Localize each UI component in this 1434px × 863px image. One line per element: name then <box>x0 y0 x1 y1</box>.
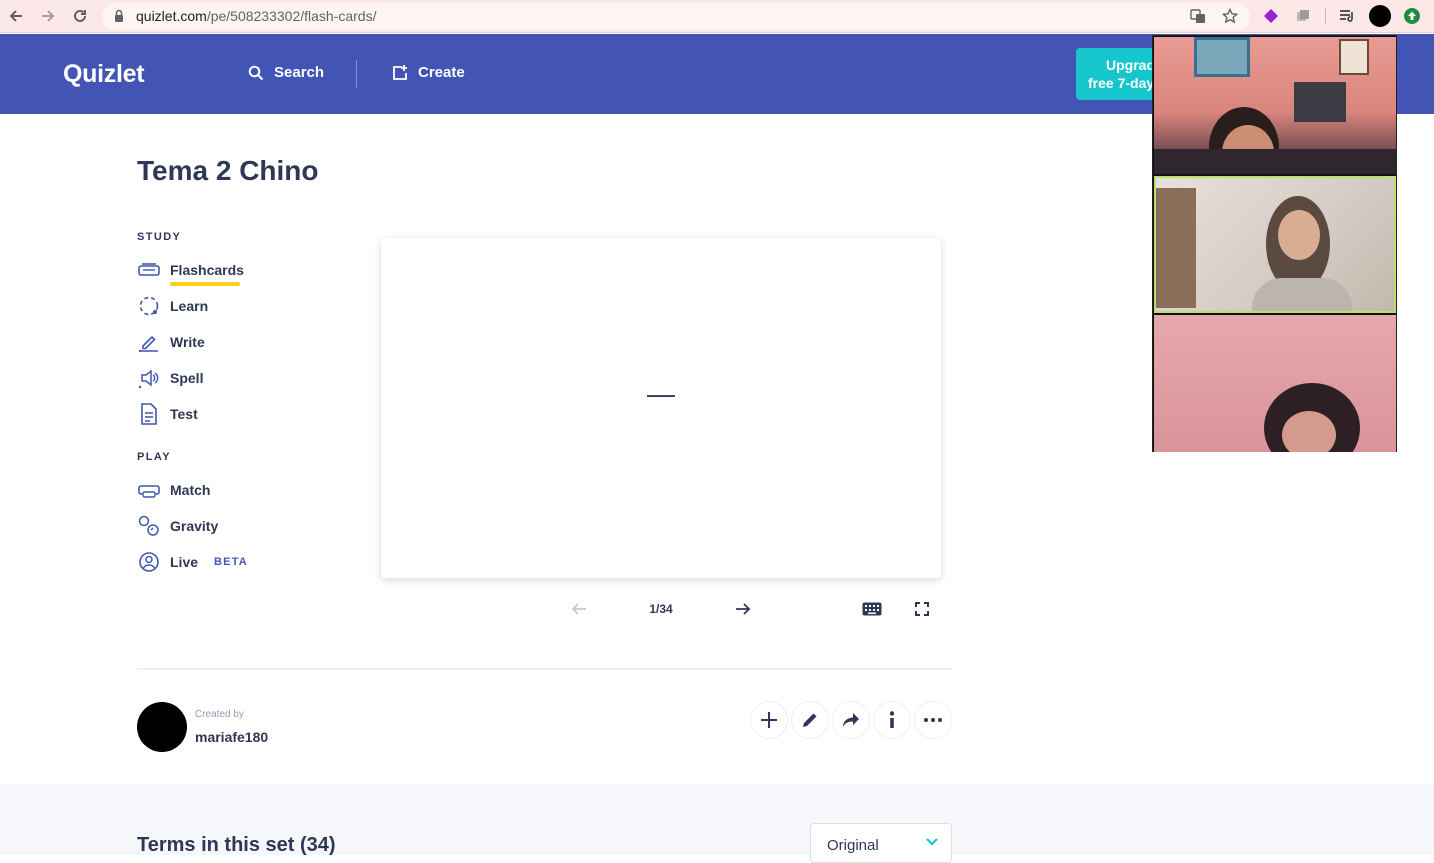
more-options-button[interactable] <box>914 701 952 739</box>
created-by-label: Created by <box>195 709 244 720</box>
header-divider <box>356 60 357 88</box>
create-label: Create <box>418 64 465 81</box>
set-title: Tema 2 Chino <box>137 155 319 186</box>
media-controls-icon[interactable] <box>1337 6 1357 26</box>
mode-flashcards[interactable]: Flashcards <box>137 258 244 286</box>
active-underline <box>170 282 240 286</box>
keyboard-icon <box>862 602 882 616</box>
mode-label: Live <box>170 554 199 570</box>
video-call-overlay[interactable] <box>1152 35 1397 452</box>
live-icon <box>137 550 161 574</box>
test-icon <box>137 402 161 426</box>
info-button[interactable] <box>873 701 911 739</box>
mode-live[interactable]: Live BETA <box>137 550 248 574</box>
extension-purple-icon[interactable] <box>1261 6 1281 26</box>
keyboard-shortcuts-button[interactable] <box>860 598 884 620</box>
participant-clothing <box>1252 278 1352 311</box>
wall-certificate <box>1339 39 1369 75</box>
spell-icon <box>137 366 161 390</box>
pencil-icon <box>803 713 817 727</box>
search-icon <box>248 65 264 80</box>
terms-title: Terms in this set (34) <box>137 834 336 856</box>
url-text: quizlet.com/pe/508233302/flash-cards/ <box>136 8 377 24</box>
beta-badge: BETA <box>214 556 248 568</box>
mode-write[interactable]: Write <box>137 330 205 354</box>
play-section-label: PLAY <box>137 451 171 463</box>
profile-avatar-icon[interactable] <box>1369 5 1391 27</box>
back-arrow-icon[interactable] <box>6 6 26 26</box>
search-label: Search <box>274 64 325 81</box>
quizlet-logo[interactable]: Quizlet <box>63 60 145 89</box>
share-button[interactable] <box>832 701 870 739</box>
info-icon <box>889 711 895 728</box>
address-bar[interactable]: quizlet.com/pe/508233302/flash-cards/ <box>102 3 1250 30</box>
sort-value: Original <box>827 837 879 854</box>
lock-icon <box>115 9 123 22</box>
forward-arrow-icon[interactable] <box>38 6 58 26</box>
door-frame <box>1156 188 1196 308</box>
creator-username[interactable]: mariafe180 <box>195 729 268 745</box>
toolbar-divider <box>1325 8 1326 24</box>
translate-icon[interactable] <box>1188 6 1208 26</box>
create-button[interactable]: Create <box>392 64 465 81</box>
mode-spell[interactable]: Spell <box>137 366 203 390</box>
search-button[interactable]: Search <box>248 64 324 81</box>
arrow-right-icon <box>736 603 751 615</box>
participant-face <box>1278 210 1320 260</box>
video-tile-participant-1[interactable] <box>1154 37 1396 174</box>
mode-label: Write <box>170 334 205 350</box>
background-furniture <box>1294 82 1346 122</box>
gravity-icon <box>137 514 161 538</box>
reload-icon[interactable] <box>70 6 90 26</box>
flashcard-text: — <box>647 378 675 409</box>
bookmark-star-icon[interactable] <box>1220 6 1240 26</box>
write-icon <box>137 330 161 354</box>
fullscreen-icon <box>915 602 929 616</box>
learn-icon <box>137 294 161 318</box>
participant-face <box>1282 411 1336 452</box>
wall-picture <box>1194 37 1250 77</box>
mode-label: Gravity <box>170 518 219 534</box>
mode-label: Spell <box>170 370 204 386</box>
next-card-button[interactable] <box>733 598 753 620</box>
mode-label: Test <box>170 406 198 422</box>
mode-test[interactable]: Test <box>137 402 198 426</box>
fullscreen-button[interactable] <box>912 598 932 620</box>
mode-label: Learn <box>170 298 209 314</box>
browser-toolbar: quizlet.com/pe/508233302/flash-cards/ <box>0 0 1434 33</box>
plus-icon <box>761 712 777 728</box>
mode-label: Match <box>170 482 211 498</box>
match-icon <box>137 478 161 502</box>
edit-button[interactable] <box>791 701 829 739</box>
video-tile-participant-2[interactable] <box>1154 176 1396 313</box>
extension-gray-icon[interactable] <box>1293 6 1313 26</box>
card-counter: 1/34 <box>649 602 673 616</box>
creator-avatar[interactable] <box>137 702 187 752</box>
previous-card-button[interactable] <box>569 598 589 620</box>
update-arrow-icon[interactable] <box>1402 6 1422 26</box>
mode-match[interactable]: Match <box>137 478 210 502</box>
flashcards-icon <box>137 258 161 282</box>
video-tile-participant-3[interactable] <box>1154 315 1396 452</box>
flashcard[interactable]: — <box>381 238 941 578</box>
participant-clothing <box>1154 149 1396 174</box>
share-arrow-icon <box>843 713 859 727</box>
add-to-folder-button[interactable] <box>750 701 788 739</box>
chevron-down-icon <box>926 838 938 846</box>
mode-label: Flashcards <box>170 262 244 278</box>
section-divider <box>137 668 952 670</box>
ellipsis-icon <box>924 718 942 722</box>
mode-learn[interactable]: Learn <box>137 294 208 318</box>
study-section-label: STUDY <box>137 231 182 243</box>
mode-gravity[interactable]: Gravity <box>137 514 218 538</box>
create-icon <box>393 64 407 80</box>
arrow-left-icon <box>571 603 586 615</box>
sort-dropdown[interactable]: Original <box>810 823 952 863</box>
